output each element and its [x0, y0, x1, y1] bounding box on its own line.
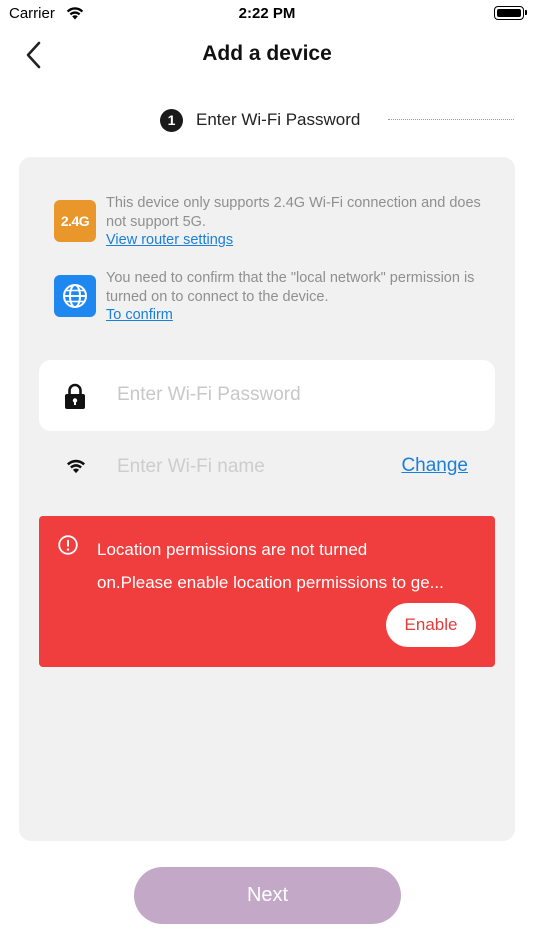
notice-2.4g: This device only supports 2.4G Wi-Fi con…	[106, 194, 486, 250]
2.4g-badge-icon: 2.4G	[54, 200, 96, 242]
notice-local-network-text: You need to confirm that the "local netw…	[106, 270, 475, 305]
page-title: Add a device	[202, 42, 332, 65]
step-label: Enter Wi-Fi Password	[196, 110, 361, 129]
next-button[interactable]: Next	[134, 867, 401, 924]
status-bar: Carrier 2:22 PM	[0, 0, 534, 30]
view-router-settings-link[interactable]: View router settings	[106, 232, 233, 248]
step-indicator: 1 Enter Wi-Fi Password	[160, 107, 360, 133]
status-time: 2:22 PM	[238, 5, 296, 22]
wifi-password-field	[39, 360, 495, 431]
notice-local-network: You need to confirm that the "local netw…	[106, 269, 486, 325]
warning-circle-icon	[58, 535, 78, 560]
wifi-name-row: Change	[39, 447, 495, 487]
wifi-password-input[interactable]	[117, 380, 477, 410]
wifi-icon	[65, 458, 87, 479]
alert-message-line-1: Location permissions are not turned	[97, 540, 368, 559]
2.4g-badge-label: 2.4G	[60, 213, 90, 229]
step-divider	[388, 119, 514, 120]
globe-icon	[54, 275, 96, 317]
notice-2.4g-text: This device only supports 2.4G Wi-Fi con…	[106, 195, 481, 230]
change-wifi-link[interactable]: Change	[401, 455, 468, 477]
wifi-name-input[interactable]	[117, 452, 377, 482]
battery-icon	[494, 6, 527, 20]
wifi-setup-card: 2.4G This device only supports 2.4G Wi-F…	[19, 157, 515, 841]
alert-message-line-2: on.Please enable location permissions to…	[97, 573, 444, 592]
location-permission-alert: Location permissions are not turned on.P…	[39, 516, 495, 667]
alert-message: Location permissions are not turned on.P…	[97, 533, 481, 599]
nav-bar: Add a device	[0, 30, 534, 80]
lock-icon	[63, 383, 87, 415]
enable-location-button[interactable]: Enable	[386, 603, 476, 647]
step-number: 1	[160, 108, 183, 132]
to-confirm-link[interactable]: To confirm	[106, 307, 173, 323]
